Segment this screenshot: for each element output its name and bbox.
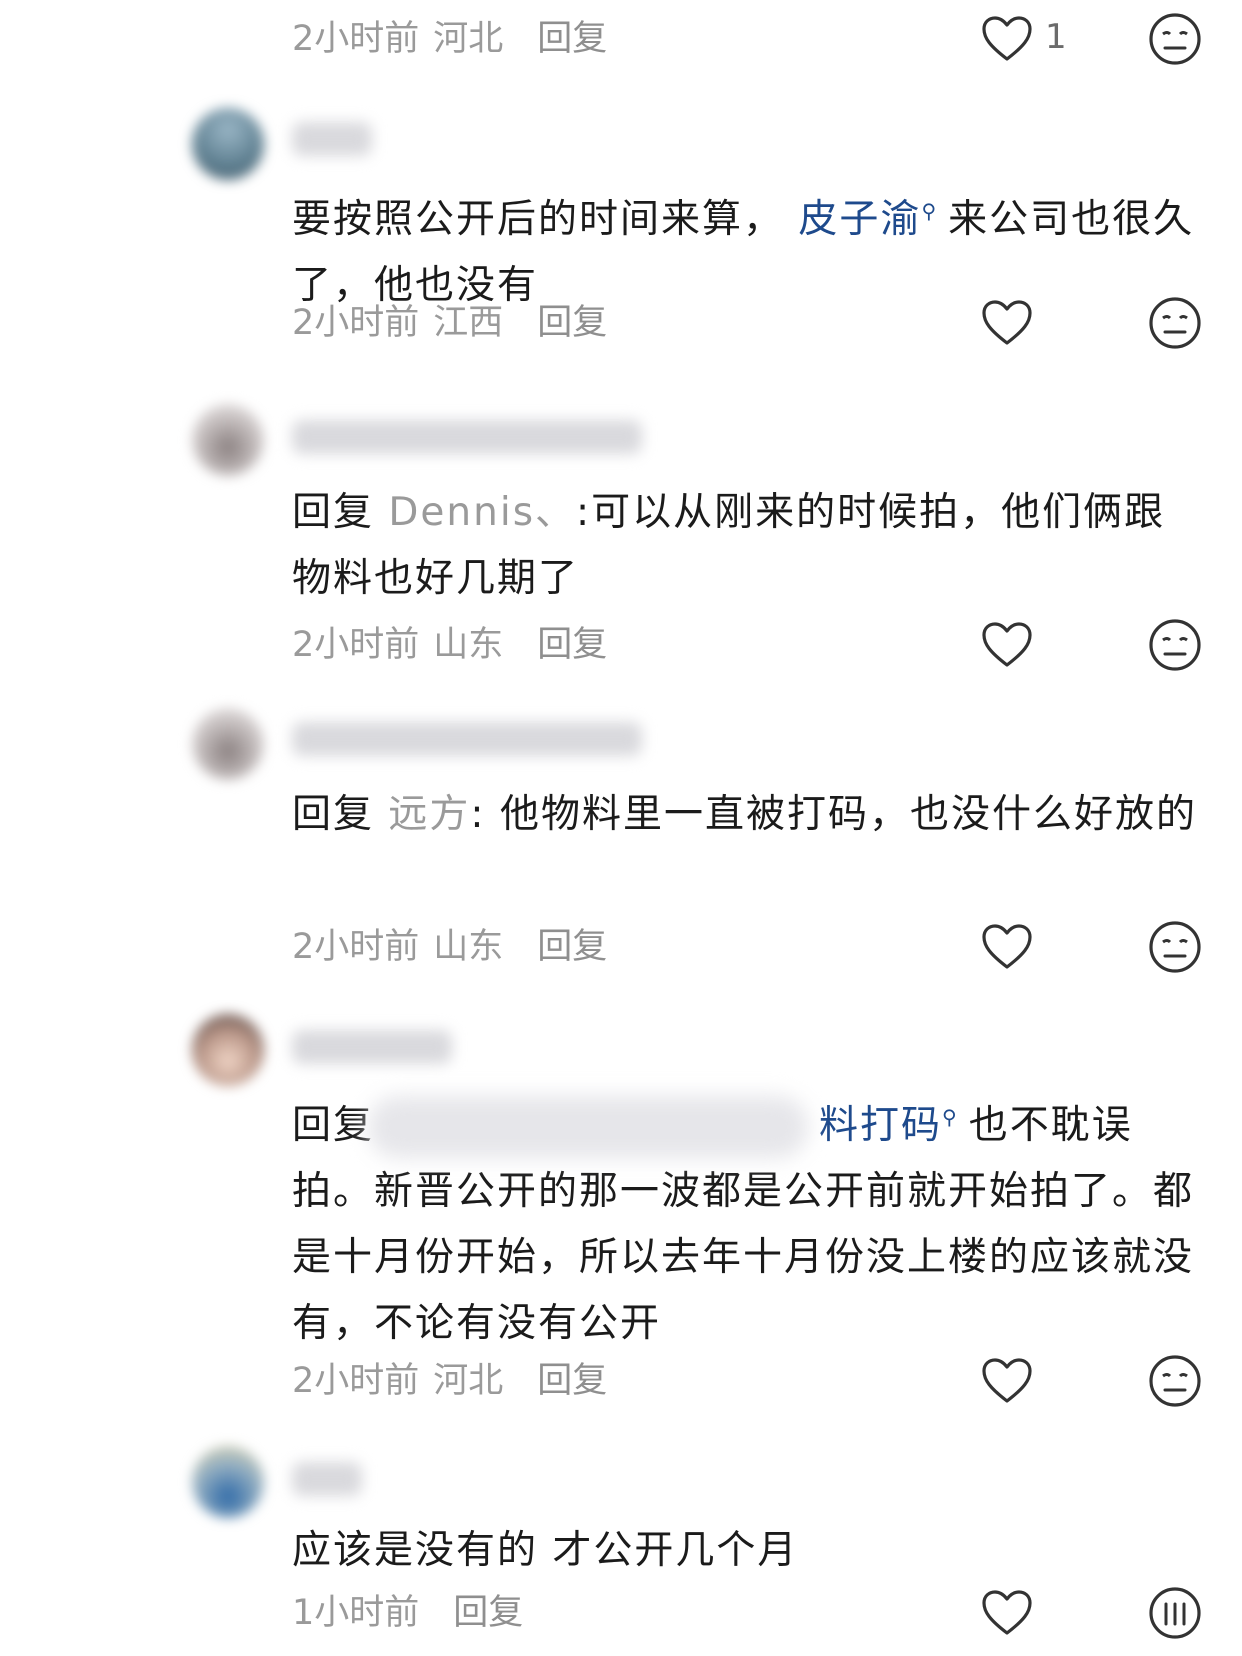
comment-time: 2小时前 [292,19,420,59]
like-button[interactable] [980,922,1040,972]
comment-time: 2小时前 [292,625,420,665]
neutral-face-icon[interactable] [1148,618,1202,672]
comment-time: 2小时前 [292,303,420,343]
like-count: 1 [1045,17,1067,57]
like-button[interactable] [980,298,1040,348]
comment-time: 2小时前 [292,1361,420,1401]
like-button[interactable] [980,14,1040,64]
username-blurred[interactable] [292,1030,452,1064]
comment-text-part: 也不耽误 [968,1103,1133,1148]
like-button[interactable] [980,1356,1040,1406]
username-blurred[interactable] [292,420,642,454]
username-blurred[interactable] [292,722,642,756]
heart-outline-icon [982,622,1032,667]
username-blurred[interactable] [292,122,372,156]
comment-text-part: 要按照公开后的时间来算， [292,197,785,242]
reply-prefix: 回复 [292,490,389,535]
comment-location: 山东 [433,927,504,967]
comment-text-part: 拍。新晋公开的那一波都是公开前就开始拍了。都是十月份开始，所以去年十月份没上楼的… [292,1169,1195,1346]
comment-meta: 2小时前 山东 回复 [292,922,607,972]
redacted-overlay [368,1096,808,1158]
mention-link[interactable]: 料打码 [819,1103,942,1148]
comment-text: 回复 远方: 他物料里一直被打码，也没什么好放的 [292,782,1204,848]
like-button[interactable] [980,620,1040,670]
reply-button[interactable]: 回复 [537,14,607,64]
heart-outline-icon [982,1590,1032,1635]
reply-target-user[interactable]: Dennis、 [388,490,576,535]
comment-text-part: 应该是没有的 才公开几个月 [292,1528,799,1573]
heart-outline-icon [982,300,1032,345]
reply-button[interactable]: 回复 [537,620,607,670]
comment-location: 山东 [433,625,504,665]
reply-button[interactable]: 回复 [537,298,607,348]
avatar[interactable] [192,1446,264,1518]
reply-button[interactable]: 回复 [537,922,607,972]
heart-outline-icon [982,924,1032,969]
search-icon: ⚲ [921,199,939,223]
comment-meta: 1小时前 回复 [292,1588,523,1638]
comment-text: 回复 Dennis、:可以从刚来的时候拍，他们俩跟物料也好几期了 [292,480,1204,612]
comment-text: 应该是没有的 才公开几个月 [292,1518,1204,1584]
avatar[interactable] [192,404,264,476]
reply-button[interactable]: 回复 [453,1588,523,1638]
reply-prefix: 回复 [292,1103,375,1148]
reply-button[interactable]: 回复 [537,1356,607,1406]
comment-location: 江西 [433,303,504,343]
comment-meta: 2小时前 山东 回复 [292,620,607,670]
search-icon: ⚲ [942,1105,959,1129]
comment-text-part: : 他物料里一直被打码，也没什么好放的 [470,792,1197,837]
neutral-face-icon[interactable] [1148,1354,1202,1408]
comment-time: 1小时前 [292,1593,420,1633]
neutral-face-icon[interactable] [1148,920,1202,974]
reply-prefix: 回复 [292,792,389,837]
comment-meta: 2小时前 河北 回复 [292,1356,607,1406]
like-button[interactable] [980,1588,1040,1638]
neutral-face-icon[interactable] [1148,12,1202,66]
comment-location: 河北 [433,1361,504,1401]
avatar[interactable] [192,108,264,180]
avatar[interactable] [192,1014,264,1086]
comment-location: 河北 [433,19,504,59]
avatar[interactable] [192,708,264,780]
neutral-face-icon[interactable] [1148,296,1202,350]
heart-outline-icon [982,16,1032,61]
comment-time: 2小时前 [292,927,420,967]
comment-meta: 2小时前 江西 回复 [292,298,607,348]
mention-link[interactable]: 皮子渝 [798,197,921,242]
heart-outline-icon [982,1358,1032,1403]
neutral-face-icon[interactable] [1148,1586,1202,1640]
reply-target-user[interactable]: 远方 [388,792,470,837]
comment-meta: 2小时前 河北 回复 [292,14,607,64]
username-blurred[interactable] [292,1462,362,1496]
